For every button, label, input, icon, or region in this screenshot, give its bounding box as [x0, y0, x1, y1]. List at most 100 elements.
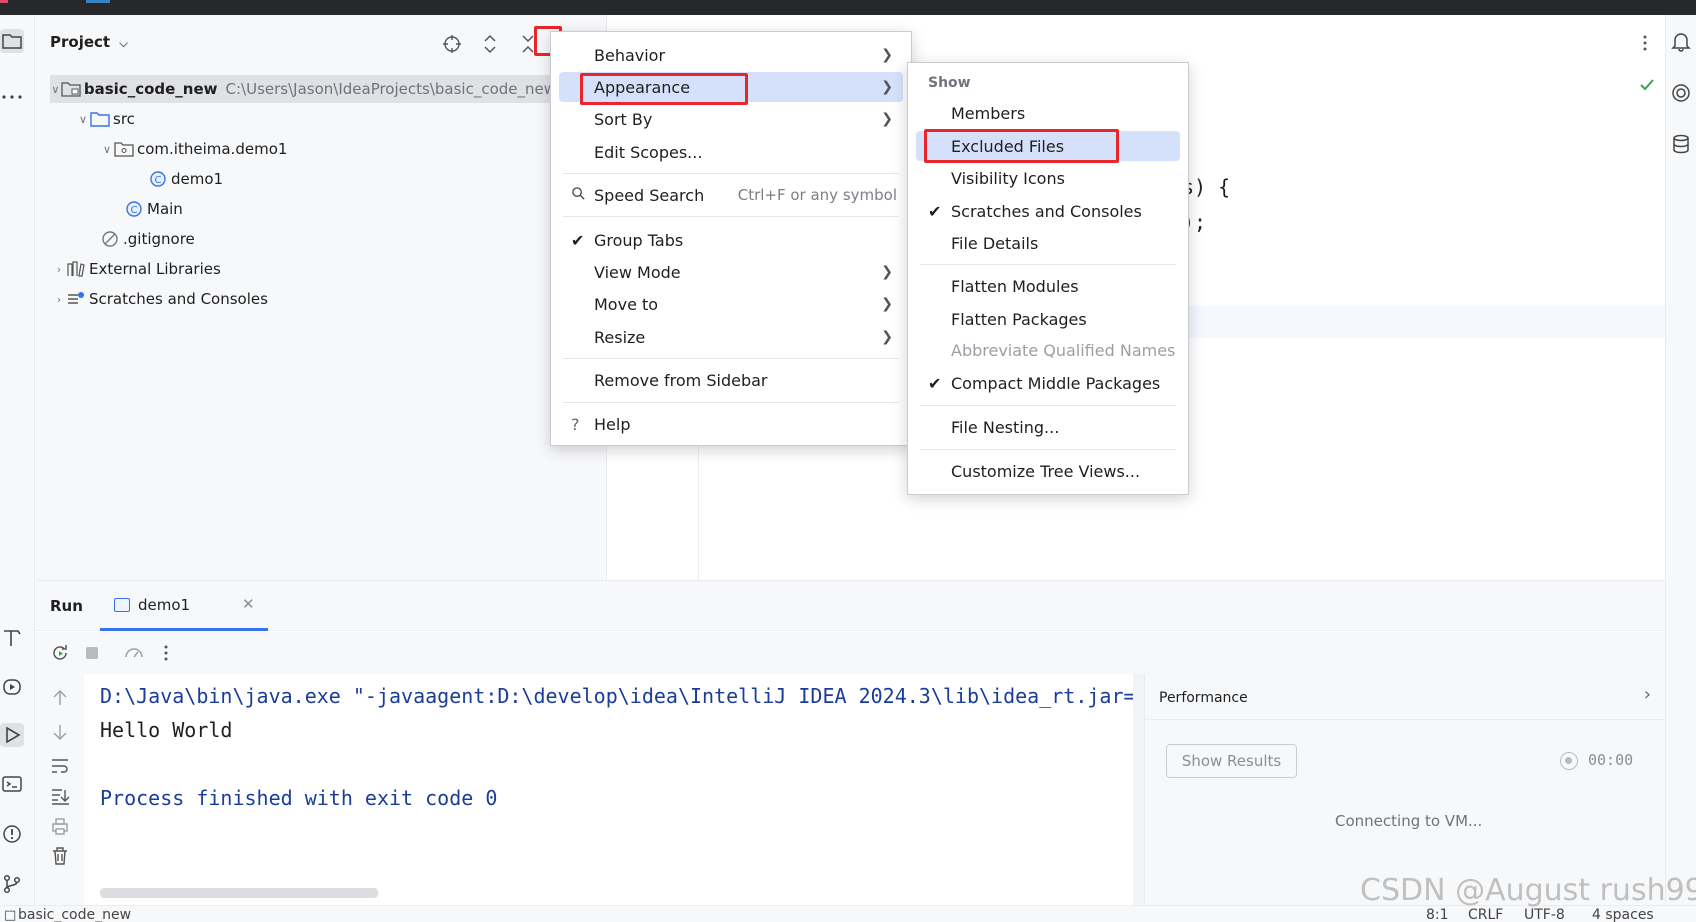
submenu-item-flatten-modules[interactable]: Flatten Modules [916, 271, 1180, 301]
record-icon[interactable] [1560, 752, 1578, 770]
checkmark-icon: ✔ [928, 373, 942, 393]
menu-item-label: Scratches and Consoles [951, 201, 1142, 221]
run-config-icon [114, 598, 130, 612]
submenu-item-file-nesting[interactable]: File Nesting... [916, 412, 1180, 442]
menu-item-label: File Nesting... [951, 417, 1060, 437]
csdn-watermark: CSDN @August rush99 [1360, 873, 1696, 908]
clear-trash-icon[interactable] [48, 844, 72, 868]
more-tools-icon[interactable] [0, 85, 24, 109]
profiler-gauge-icon[interactable] [122, 641, 146, 665]
database-icon[interactable] [1669, 132, 1693, 156]
project-module-icon: □ [4, 908, 17, 922]
tree-row-package[interactable]: ∨ com.itheima.demo1 [100, 135, 287, 163]
chevron-down-icon: ∨ [102, 142, 112, 156]
chevron-right-icon: ❯ [881, 296, 893, 312]
menu-item-edit-scopes[interactable]: Edit Scopes... [559, 137, 903, 167]
console-side-toolbar [36, 674, 84, 905]
tree-row-project-root[interactable]: ∨ basic_code_new C:\Users\Jason\IdeaProj… [50, 75, 556, 103]
print-icon[interactable] [48, 814, 72, 838]
submenu-item-flatten-packages[interactable]: Flatten Packages [916, 304, 1180, 334]
console-horizontal-scrollbar[interactable] [100, 888, 378, 898]
status-project-name[interactable]: basic_code_new [18, 907, 131, 922]
demo1-label: demo1 [171, 170, 224, 188]
submenu-item-scratches-and-consoles[interactable]: ✔ Scratches and Consoles [916, 196, 1180, 226]
rerun-icon[interactable] [48, 641, 72, 665]
chevron-right-icon: ❯ [881, 329, 893, 345]
problems-icon[interactable] [0, 822, 24, 846]
project-title-label: Project [50, 33, 111, 51]
menu-item-label: Visibility Icons [951, 168, 1065, 188]
editor-options-kebab-icon[interactable] [1634, 32, 1656, 58]
submenu-item-compact-middle-packages[interactable]: ✔ Compact Middle Packages [916, 368, 1180, 398]
inspection-ok-check-icon[interactable] [1638, 76, 1656, 98]
status-indent[interactable]: 4 spaces [1592, 907, 1654, 922]
services-icon[interactable] [0, 675, 24, 699]
annotation-box-appearance [580, 73, 748, 105]
locate-crosshair-icon[interactable] [440, 32, 464, 56]
console-vertical-scrollbar[interactable] [1133, 674, 1144, 905]
status-encoding[interactable]: UTF-8 [1524, 907, 1565, 922]
performance-header[interactable]: Performance › [1145, 674, 1665, 720]
menu-item-label: Move to [594, 294, 659, 314]
folder-icon[interactable] [0, 29, 24, 53]
tree-row-demo1[interactable]: C demo1 [148, 165, 223, 193]
menu-item-label: Edit Scopes... [594, 142, 703, 162]
run-panel-header: Run demo1 ✕ [36, 581, 1665, 631]
show-results-label: Show Results [1181, 752, 1282, 770]
up-arrow-icon[interactable] [48, 686, 72, 710]
menu-item-move-to[interactable]: Move to ❯ [559, 289, 903, 319]
submenu-item-customize-tree-views[interactable]: Customize Tree Views... [916, 456, 1180, 486]
menu-item-label: Flatten Packages [951, 309, 1087, 329]
status-line-ending[interactable]: CRLF [1468, 907, 1503, 922]
menu-item-label: Remove from Sidebar [594, 370, 768, 390]
src-label: src [113, 110, 135, 128]
git-branch-icon[interactable] [0, 872, 24, 896]
menu-item-remove-from-sidebar[interactable]: Remove from Sidebar [559, 365, 903, 395]
chevron-right-icon: ❯ [881, 47, 893, 63]
show-results-button[interactable]: Show Results [1166, 744, 1297, 778]
close-tab-icon[interactable]: ✕ [242, 595, 255, 613]
package-label: com.itheima.demo1 [137, 140, 288, 158]
menu-item-label: Compact Middle Packages [951, 373, 1161, 393]
menu-item-behavior[interactable]: Behavior ❯ [559, 40, 903, 70]
tree-row-gitignore[interactable]: .gitignore [100, 225, 195, 253]
console-command-line: D:\Java\bin\java.exe "-javaagent:D:\deve… [100, 684, 1144, 708]
menu-item-label: Group Tabs [594, 230, 684, 250]
run-tab-label: demo1 [138, 596, 191, 614]
menu-item-speed-search[interactable]: Speed Search Ctrl+F or any symbol [559, 180, 903, 210]
tree-row-src[interactable]: ∨ src [76, 105, 135, 133]
submenu-item-file-details[interactable]: File Details [916, 228, 1180, 258]
build-hammer-icon[interactable] [0, 625, 24, 649]
editor-gutter-divider [698, 445, 699, 580]
stop-icon[interactable] [80, 641, 104, 665]
submenu-item-members[interactable]: Members [916, 98, 1180, 128]
menu-item-help[interactable]: ? Help [559, 409, 903, 439]
ai-assistant-icon[interactable] [1669, 81, 1693, 105]
tree-row-main[interactable]: C Main [124, 195, 183, 223]
menu-item-group-tabs[interactable]: ✔ Group Tabs [559, 225, 903, 255]
run-tool-icon[interactable] [0, 723, 24, 747]
expand-all-icon[interactable] [478, 32, 502, 56]
run-tab-demo1[interactable]: demo1 ✕ [100, 581, 268, 631]
performance-panel: Performance › Show Results 00:00 Connect… [1144, 674, 1665, 905]
project-panel-title[interactable]: Project ⌵ [50, 33, 128, 51]
menu-item-view-mode[interactable]: View Mode ❯ [559, 257, 903, 287]
down-arrow-icon[interactable] [48, 720, 72, 744]
tree-row-external-libraries[interactable]: › External Libraries [52, 255, 221, 283]
connecting-status: Connecting to VM... [1335, 812, 1483, 830]
submenu-item-visibility-icons[interactable]: Visibility Icons [916, 163, 1180, 193]
tree-row-scratches[interactable]: › Scratches and Consoles [52, 285, 268, 313]
soft-wrap-icon[interactable] [48, 754, 72, 778]
menu-item-shortcut: Ctrl+F or any symbol [737, 186, 897, 204]
main-label: Main [147, 200, 183, 218]
terminal-icon[interactable] [0, 772, 24, 796]
svg-text:C: C [131, 205, 138, 216]
status-caret-position[interactable]: 8:1 [1426, 907, 1449, 922]
chevron-right-icon: › [1643, 684, 1651, 705]
scroll-to-end-icon[interactable] [48, 784, 72, 808]
console-exit-line: Process finished with exit code 0 [100, 786, 498, 810]
more-options-kebab-icon[interactable] [154, 641, 178, 665]
notifications-bell-icon[interactable] [1669, 29, 1693, 53]
menu-item-resize[interactable]: Resize ❯ [559, 322, 903, 352]
menu-item-sort-by[interactable]: Sort By ❯ [559, 104, 903, 134]
